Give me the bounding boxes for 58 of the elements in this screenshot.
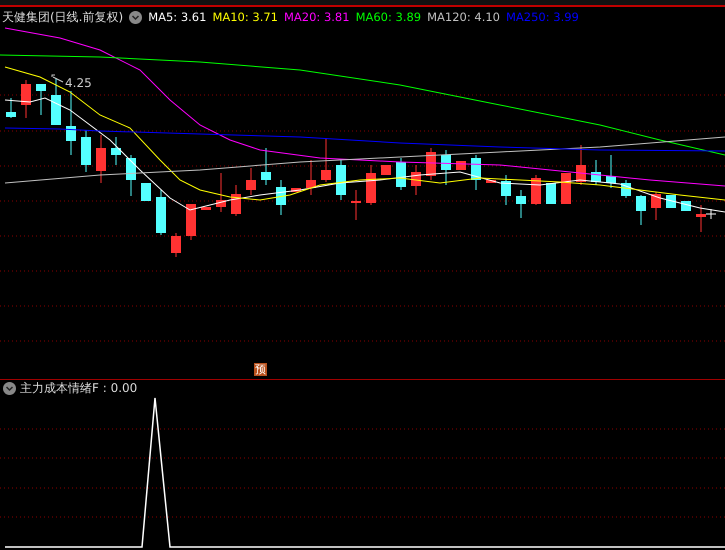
candlestick	[531, 174, 541, 206]
candlestick	[321, 138, 331, 182]
moving-average-label: MA20: 3.81	[284, 10, 350, 24]
candlestick	[411, 164, 421, 196]
candlestick	[651, 192, 661, 220]
cross-candlestick	[706, 208, 716, 220]
candlestick	[231, 184, 241, 216]
candlestick	[636, 194, 646, 226]
candlestick	[696, 204, 706, 232]
candlestick	[141, 182, 151, 202]
candlestick	[6, 98, 16, 118]
candlestick	[381, 164, 391, 176]
candlestick	[96, 134, 106, 184]
candlestick	[171, 232, 181, 258]
candlestick	[576, 144, 586, 186]
candlestick	[276, 180, 286, 216]
candlestick	[216, 172, 226, 212]
candlestick	[351, 190, 361, 220]
candlestick	[516, 190, 526, 218]
moving-average-label: MA250: 3.99	[506, 10, 579, 24]
candlestick	[306, 160, 316, 196]
candlestick	[336, 160, 346, 200]
candlestick	[51, 78, 61, 126]
candlestick	[591, 160, 601, 186]
leader-line	[52, 74, 64, 82]
stock-title: 天健集团(日线.前复权)	[2, 8, 124, 26]
candlestick	[441, 150, 451, 186]
candlestick	[21, 80, 31, 118]
candlestick	[66, 90, 76, 156]
forecast-badge[interactable]: 预	[254, 363, 267, 376]
candlestick	[156, 190, 166, 236]
dropdown-icon[interactable]	[3, 382, 16, 395]
candlestick	[621, 180, 631, 198]
candlestick	[81, 130, 91, 172]
candlestick	[186, 204, 196, 240]
candlestick	[201, 206, 211, 210]
indicator-label: 主力成本情绪F : 0.00	[20, 380, 138, 397]
candlestick	[261, 148, 271, 186]
candlestick	[666, 194, 676, 208]
high-price-label: 4.25	[65, 76, 92, 90]
candlestick	[366, 164, 376, 206]
moving-average-label: MA10: 3.71	[212, 10, 278, 24]
candlestick	[561, 172, 571, 204]
moving-average-label: MA60: 3.89	[356, 10, 422, 24]
candlestick	[111, 136, 121, 166]
candlestick	[606, 154, 616, 188]
moving-average-label: MA5: 3.61	[148, 10, 206, 24]
candlestick	[291, 188, 301, 192]
candlestick	[471, 154, 481, 190]
candlestick	[501, 174, 511, 206]
candlestick	[486, 180, 496, 184]
candlestick	[546, 182, 556, 204]
candlestick	[126, 154, 136, 196]
candlestick	[246, 168, 256, 196]
dropdown-icon[interactable]	[129, 10, 142, 24]
candlestick	[36, 84, 46, 116]
moving-average-label: MA120: 4.10	[427, 10, 500, 24]
candlestick	[681, 200, 691, 212]
